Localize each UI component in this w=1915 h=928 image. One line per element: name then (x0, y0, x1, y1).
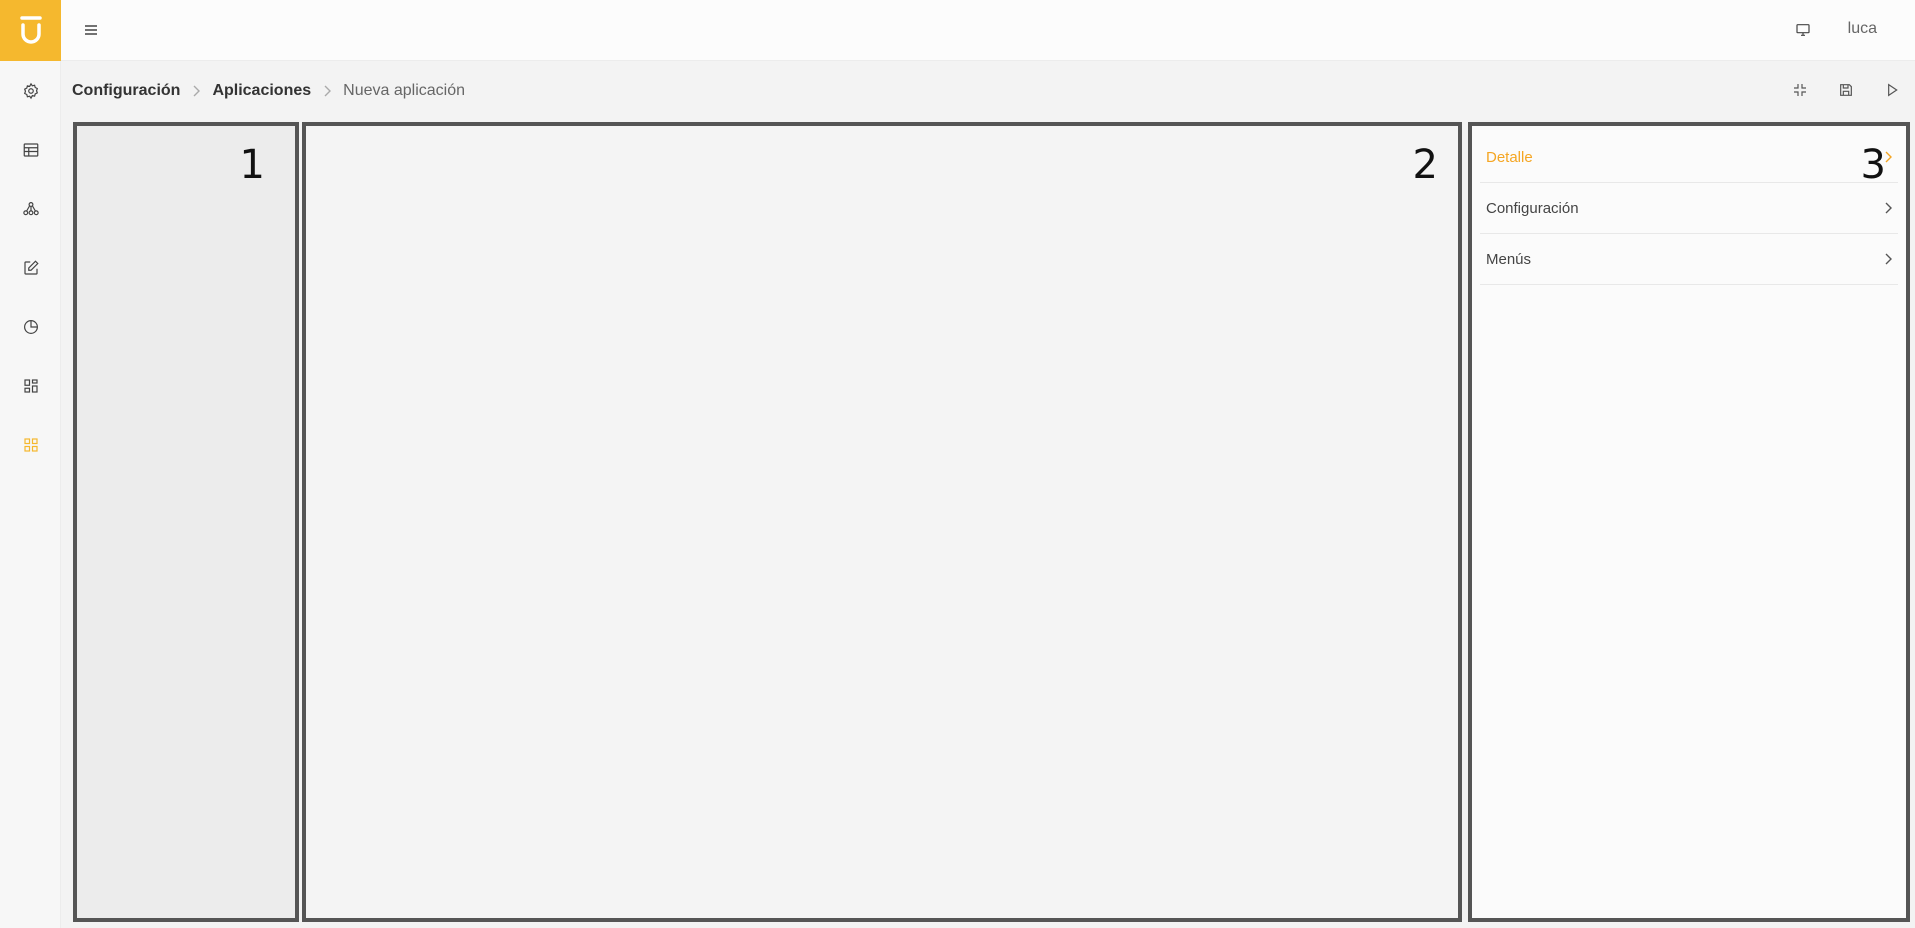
breadcrumb-current: Nueva aplicación (343, 82, 465, 99)
menu-item-label: Menús (1486, 250, 1532, 268)
left-panel: 1 (73, 122, 299, 922)
display-button[interactable] (1791, 18, 1815, 42)
grid-icon (23, 438, 38, 452)
chevron-right-icon (192, 85, 201, 97)
gear-icon (23, 82, 38, 100)
pie-chart-icon (23, 320, 38, 334)
rail-edit[interactable] (0, 248, 61, 288)
user-name[interactable]: luca (1848, 20, 1877, 38)
rail-widgets[interactable] (0, 366, 61, 406)
menu-item-menus[interactable]: Menús (1480, 234, 1898, 285)
menu-toggle-button[interactable] (79, 18, 103, 42)
collapse-icon (1794, 84, 1806, 96)
menu-item-configuracion[interactable]: Configuración (1480, 183, 1898, 234)
rail-tables[interactable] (0, 130, 61, 170)
monitor-icon (1796, 24, 1810, 36)
rail-hierarchy[interactable] (0, 189, 61, 229)
breadcrumb-configuracion[interactable]: Configuración (72, 82, 180, 100)
save-icon (1840, 84, 1852, 96)
widgets-icon (23, 379, 38, 393)
save-button[interactable] (1823, 77, 1869, 103)
menu-item-label: Configuración (1486, 199, 1579, 217)
rail-applications[interactable] (0, 425, 61, 465)
hamburger-icon (85, 25, 97, 35)
chevron-right-icon (323, 85, 332, 97)
panel-number: 3 (1860, 142, 1886, 188)
rail-reports[interactable] (0, 307, 61, 347)
panel-number: 1 (239, 142, 265, 188)
hierarchy-icon (22, 202, 39, 216)
logo-icon (19, 15, 42, 44)
play-icon (1888, 83, 1898, 97)
top-bar: luca (61, 0, 1915, 61)
table-icon (23, 143, 38, 157)
app-logo[interactable] (0, 0, 61, 61)
run-button[interactable] (1869, 77, 1915, 103)
panel-number: 2 (1412, 142, 1438, 188)
collapse-button[interactable] (1777, 77, 1823, 103)
menu-item-detalle[interactable]: Detalle (1480, 132, 1898, 183)
right-panel: Detalle Configuración Menús 3 (1468, 122, 1910, 922)
left-rail (0, 0, 61, 928)
chevron-right-icon (1885, 253, 1892, 265)
chevron-right-icon (1885, 202, 1892, 214)
breadcrumb: Configuración Aplicaciones Nueva aplicac… (72, 80, 465, 102)
toolbar-actions (1777, 77, 1915, 103)
center-panel: 2 (302, 122, 1462, 922)
side-menu: Detalle Configuración Menús (1480, 132, 1898, 285)
edit-icon (23, 260, 39, 275)
menu-item-label: Detalle (1486, 148, 1533, 166)
rail-settings[interactable] (0, 71, 61, 111)
breadcrumb-aplicaciones[interactable]: Aplicaciones (212, 82, 311, 100)
